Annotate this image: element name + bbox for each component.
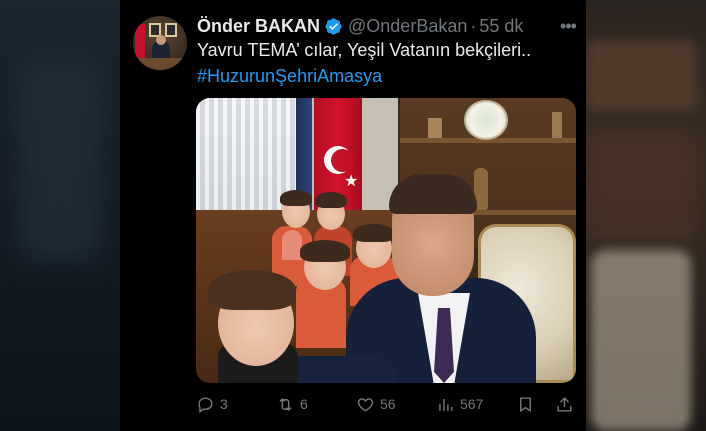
separator-dot: ·: [470, 15, 477, 36]
like-button[interactable]: 56: [356, 392, 396, 416]
tweet-photo[interactable]: ★: [196, 98, 576, 383]
views-count: 567: [460, 396, 484, 412]
retweet-button[interactable]: 6: [276, 392, 308, 416]
share-button[interactable]: [555, 392, 574, 416]
avatar[interactable]: [133, 16, 187, 70]
author-name[interactable]: Önder BAKAN: [197, 16, 320, 37]
tweet-card[interactable]: Önder BAKAN @OnderBakan · 55 dk ••• Yavr…: [120, 0, 586, 431]
share-icon: [557, 396, 572, 412]
hashtag-link[interactable]: #HuzurunŞehriAmasya: [197, 66, 382, 87]
background-right: [586, 0, 706, 431]
tweet-header: Önder BAKAN @OnderBakan · 55 dk: [197, 15, 523, 37]
timestamp[interactable]: 55 dk: [479, 16, 523, 37]
views-button[interactable]: 567: [436, 392, 483, 416]
reply-button[interactable]: 3: [196, 392, 228, 416]
views-icon: [439, 398, 453, 411]
heart-icon: [357, 397, 374, 412]
bookmark-icon: [520, 396, 531, 412]
more-options-icon[interactable]: •••: [556, 14, 580, 38]
background-left: [0, 0, 120, 431]
bookmark-button[interactable]: [516, 392, 535, 416]
reply-count: 3: [220, 396, 228, 412]
tweet-actions: 3 6 56 567: [196, 392, 576, 416]
reply-icon: [198, 396, 213, 413]
like-count: 56: [380, 396, 396, 412]
tweet-text: Yavru TEMA’ cılar, Yeşil Vatanın bekçile…: [197, 40, 532, 60]
retweet-count: 6: [300, 396, 308, 412]
author-handle[interactable]: @OnderBakan: [348, 16, 467, 37]
retweet-icon: [279, 397, 292, 411]
verified-badge-icon: [325, 17, 342, 35]
